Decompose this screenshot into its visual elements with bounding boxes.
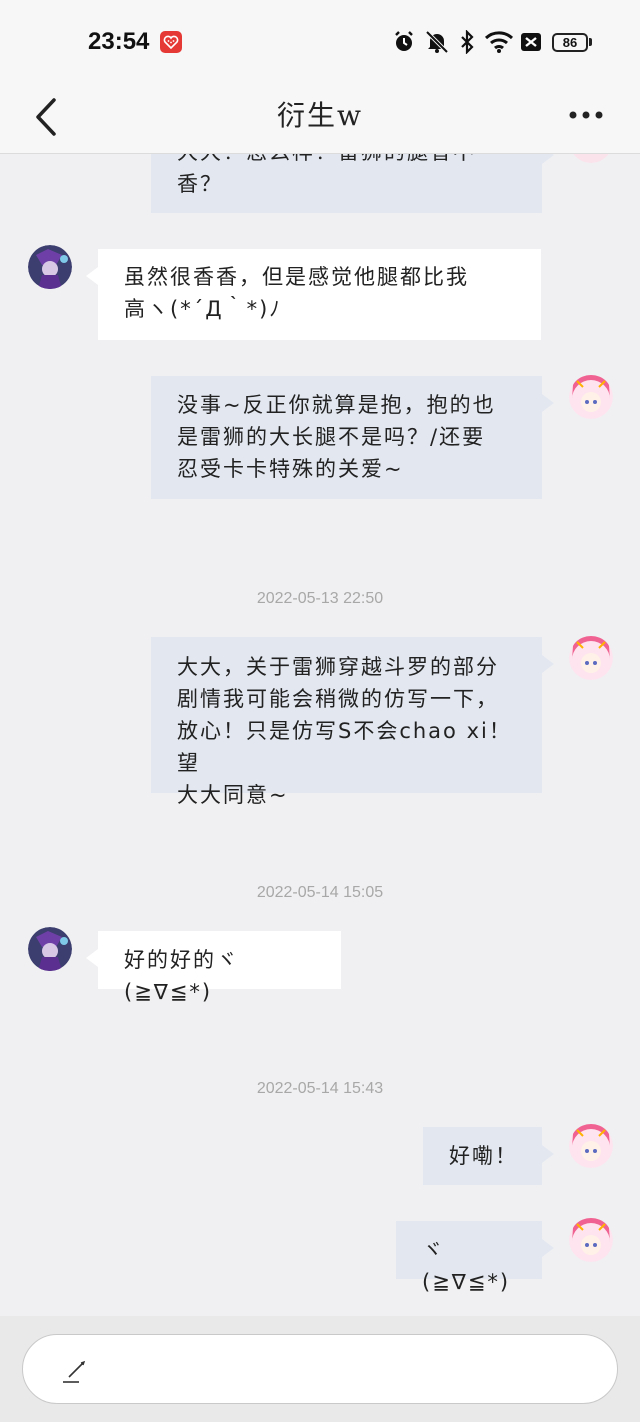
message-line: 大大同意~ xyxy=(177,783,289,807)
my-avatar[interactable] xyxy=(569,636,613,680)
header: 衍生w xyxy=(0,80,640,154)
my-avatar[interactable] xyxy=(569,154,613,163)
message-bubble-out[interactable]: ヾ(≧∇≦*) xyxy=(396,1221,554,1294)
alarm-icon xyxy=(395,31,413,51)
my-avatar[interactable] xyxy=(569,1124,613,1168)
wifi-icon xyxy=(484,31,514,53)
timestamp: 2022-05-14 15:05 xyxy=(256,884,384,901)
pen-icon xyxy=(63,1360,86,1383)
message-line: 好的好的ヾ(≧∇≦*) xyxy=(124,948,239,1004)
status-time: 23:54 xyxy=(88,28,150,55)
message-line: 香？ xyxy=(177,172,223,196)
status-bar: 23:54 86 xyxy=(0,0,640,80)
page-title: 衍生w xyxy=(277,99,363,132)
no-sim-icon xyxy=(521,33,541,51)
message-line: 好嘞！ xyxy=(449,1144,518,1168)
my-avatar[interactable] xyxy=(569,1218,613,1262)
message-line: 剧情我可能会稍微的仿写一下， xyxy=(177,687,499,711)
message-bubble-out[interactable]: 大大！怎么样！雷狮的腿香不 香？ xyxy=(151,154,554,213)
timestamp: 2022-05-14 15:43 xyxy=(256,1080,384,1097)
message-line: 是雷狮的大长腿不是吗？/还要 xyxy=(177,425,486,449)
message-bubble-in[interactable]: 虽然很香香，但是感觉他腿都比我 高ヽ(*´Д｀*)ﾉ xyxy=(86,249,541,340)
message-bubble-out[interactable]: 没事~反正你就算是抱，抱的也 是雷狮的大长腿不是吗？/还要 忍受卡卡特殊的关爱~ xyxy=(151,376,554,499)
contact-avatar[interactable] xyxy=(28,245,72,289)
message-line: ヾ(≧∇≦*) xyxy=(422,1238,511,1294)
battery-tip xyxy=(589,38,592,46)
more-horizontal-icon xyxy=(569,111,603,119)
chat-list[interactable]: 大大！怎么样！雷狮的腿香不 香？ 虽然很香香，但是感觉他腿都比我 高ヽ(*´Д｀… xyxy=(0,154,640,1316)
message-bubble-in[interactable]: 好的好的ヾ(≧∇≦*) xyxy=(86,931,341,1004)
message-line: 大大！怎么样！雷狮的腿香不 xyxy=(177,154,522,168)
timestamp: 2022-05-13 22:50 xyxy=(256,590,384,607)
contact-avatar[interactable] xyxy=(28,927,72,971)
message-line: 高ヽ(*´Д｀*)ﾉ xyxy=(124,297,282,321)
message-line: 虽然很香香，但是感觉他腿都比我 xyxy=(124,265,469,289)
my-avatar[interactable] xyxy=(569,375,613,419)
message-line: 忍受卡卡特殊的关爱~ xyxy=(177,457,404,481)
bluetooth-icon xyxy=(461,30,474,54)
message-line: 大大，关于雷狮穿越斗罗的部分 xyxy=(177,655,499,679)
message-bubble-out[interactable]: 好嘞！ xyxy=(423,1127,554,1185)
message-input[interactable] xyxy=(22,1334,618,1404)
more-button[interactable] xyxy=(566,100,606,130)
app-heart-icon xyxy=(160,31,182,53)
input-bar xyxy=(0,1316,640,1422)
message-bubble-out[interactable]: 大大，关于雷狮穿越斗罗的部分 剧情我可能会稍微的仿写一下， 放心！只是仿写S不会… xyxy=(151,637,554,807)
mute-icon xyxy=(425,30,449,54)
message-line: 没事~反正你就算是抱，抱的也 xyxy=(177,393,496,417)
message-line: 放心！只是仿写S不会chao xi！望 xyxy=(177,719,512,775)
battery-icon: 86 xyxy=(552,33,588,52)
